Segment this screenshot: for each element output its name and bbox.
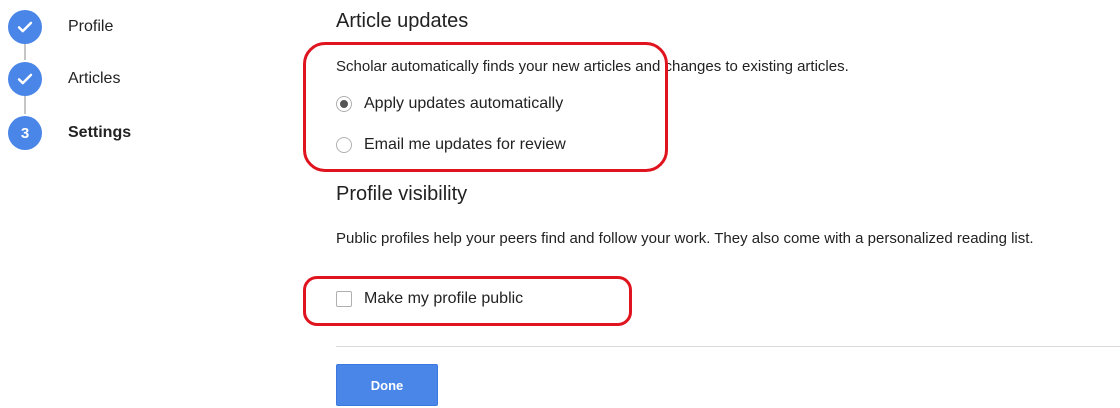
apply-updates-automatically-option[interactable]: Apply updates automatically bbox=[336, 92, 563, 116]
checkbox[interactable] bbox=[336, 291, 352, 307]
step-settings[interactable]: 3 Settings bbox=[0, 116, 200, 156]
email-me-updates-option[interactable]: Email me updates for review bbox=[336, 133, 566, 157]
setup-stepper: Profile Articles 3 Settings bbox=[0, 0, 200, 170]
check-icon bbox=[8, 62, 42, 96]
radio-button[interactable] bbox=[336, 137, 352, 153]
step-articles[interactable]: Articles bbox=[0, 62, 200, 102]
check-icon bbox=[8, 10, 42, 44]
option-label: Apply updates automatically bbox=[364, 95, 564, 112]
settings-panel: Article updates Scholar automatically fi… bbox=[336, 0, 1120, 408]
step-label: Profile bbox=[68, 18, 114, 35]
step-label: Settings bbox=[68, 124, 132, 141]
profile-visibility-description: Public profiles help your peers find and… bbox=[336, 230, 1034, 247]
divider bbox=[336, 346, 1120, 347]
radio-selected-dot bbox=[340, 100, 348, 108]
option-label: Make my profile public bbox=[364, 290, 524, 307]
step-label: Articles bbox=[68, 70, 121, 87]
option-label: Email me updates for review bbox=[364, 136, 566, 153]
done-button[interactable]: Done bbox=[336, 364, 438, 406]
make-profile-public-option[interactable]: Make my profile public bbox=[336, 287, 523, 311]
radio-button[interactable] bbox=[336, 96, 352, 112]
article-updates-description: Scholar automatically finds your new art… bbox=[336, 58, 849, 75]
step-number-badge: 3 bbox=[8, 116, 42, 150]
step-profile[interactable]: Profile bbox=[0, 10, 200, 50]
profile-visibility-title: Profile visibility bbox=[336, 183, 468, 205]
article-updates-title: Article updates bbox=[336, 10, 469, 32]
